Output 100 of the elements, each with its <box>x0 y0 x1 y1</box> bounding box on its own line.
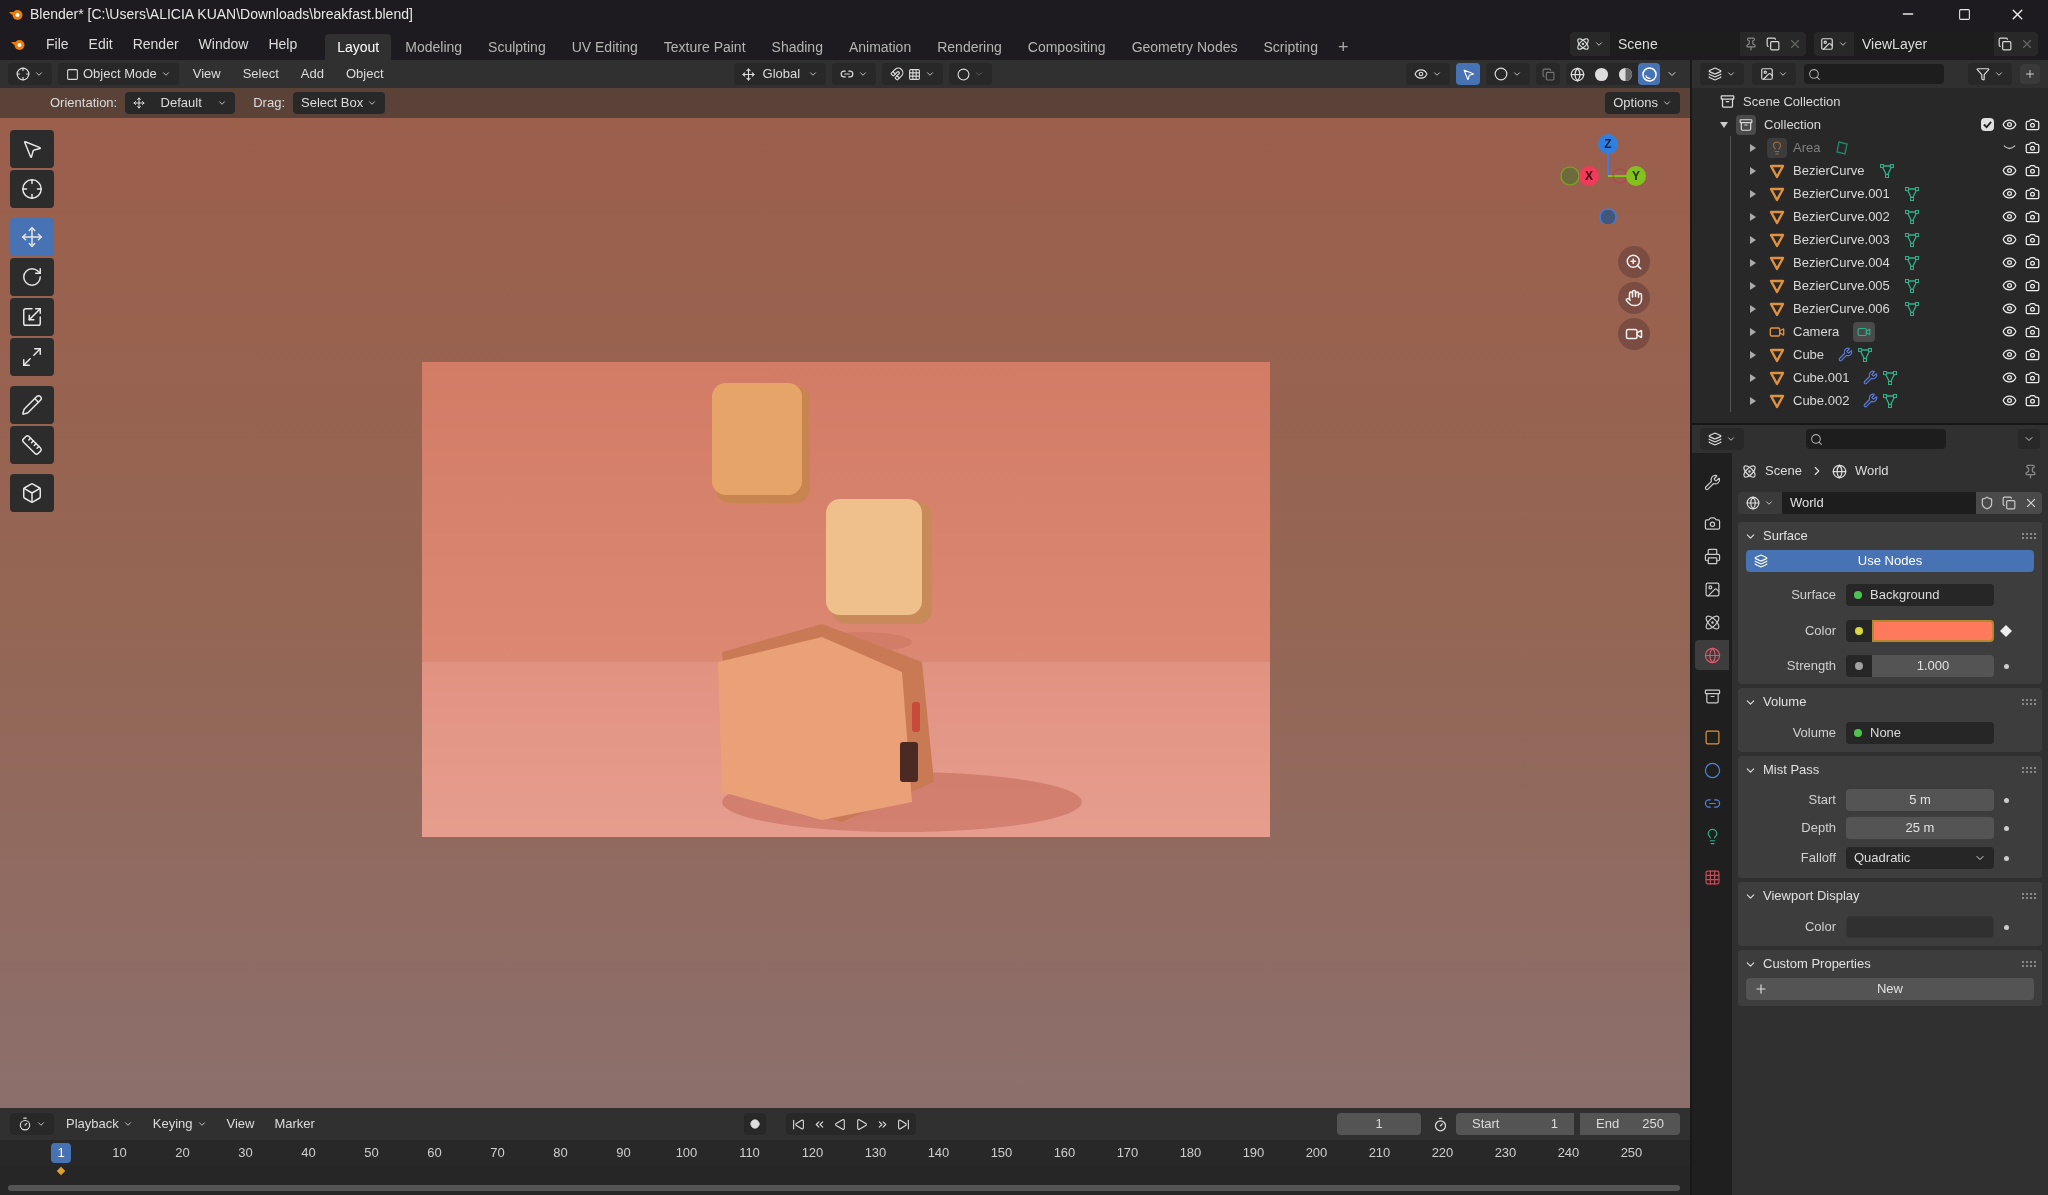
pivot-dropdown[interactable] <box>832 63 877 85</box>
menu-item[interactable]: Help <box>260 33 306 55</box>
frame-number[interactable]: 90 <box>616 1143 631 1163</box>
workspace-tab[interactable]: Scripting <box>1251 34 1330 60</box>
frame-number[interactable]: 80 <box>553 1143 568 1163</box>
camera-icon[interactable] <box>2025 186 2040 201</box>
eye-icon[interactable] <box>2002 255 2017 270</box>
menu-item[interactable]: View <box>218 1114 263 1134</box>
panel-title[interactable]: Volume <box>1763 692 1807 712</box>
workspace-tab[interactable]: Geometry Nodes <box>1119 34 1250 60</box>
eye-icon[interactable] <box>2002 117 2017 132</box>
panel-title[interactable]: Mist Pass <box>1763 760 1820 780</box>
frame-number[interactable]: 150 <box>990 1143 1013 1163</box>
frame-number[interactable]: 190 <box>1242 1143 1265 1163</box>
eye-icon[interactable] <box>2002 186 2017 201</box>
workspace-tab[interactable]: UV Editing <box>559 34 650 60</box>
camera-icon[interactable] <box>2025 324 2040 339</box>
shader-link-field[interactable]: None <box>1846 722 1994 744</box>
new-button[interactable]: New <box>1746 978 2034 1000</box>
breadcrumb-item[interactable]: Scene <box>1765 461 1802 481</box>
gizmo-toggle[interactable] <box>1456 63 1480 85</box>
workspace-tab[interactable]: Compositing <box>1015 34 1118 60</box>
expand-arrow-icon[interactable] <box>1749 143 1757 152</box>
tool-button[interactable] <box>10 170 54 208</box>
menu-item[interactable]: Select <box>234 64 287 84</box>
use-nodes-button[interactable]: Use Nodes <box>1746 550 2034 572</box>
camera-icon[interactable] <box>2025 255 2040 270</box>
expand-arrow-icon[interactable] <box>1749 396 1757 405</box>
camera-icon[interactable] <box>2025 117 2040 132</box>
frame-number[interactable]: 40 <box>301 1143 316 1163</box>
eye-icon[interactable] <box>2002 301 2017 316</box>
workspace-tab[interactable]: Sculpting <box>476 34 558 60</box>
tool-button[interactable] <box>10 386 54 424</box>
outliner-item[interactable]: BezierCurve.006 <box>1793 298 1890 319</box>
panel-title[interactable]: Viewport Display <box>1763 886 1860 906</box>
tool-button[interactable] <box>10 298 54 336</box>
stopwatch-icon[interactable] <box>1433 1116 1448 1132</box>
workspace-tab[interactable]: Shading <box>759 34 835 60</box>
camera-view-button[interactable] <box>1618 318 1650 350</box>
number-field[interactable]: 1.000 <box>1872 655 1994 677</box>
panel-title[interactable]: Surface <box>1763 526 1808 546</box>
outliner-item[interactable]: BezierCurve <box>1793 160 1865 181</box>
pan-button[interactable] <box>1618 282 1650 314</box>
workspace-tab[interactable]: Texture Paint <box>651 34 758 60</box>
outliner-item[interactable]: Cube.002 <box>1793 390 1850 411</box>
transform-orientation-dropdown[interactable]: Global <box>733 63 827 85</box>
add-workspace-button[interactable]: + <box>1331 34 1355 60</box>
frame-number[interactable]: 1 <box>51 1143 71 1163</box>
pin-icon[interactable] <box>1744 37 1758 51</box>
y-axis-label[interactable]: Y <box>1626 166 1646 186</box>
jump-end-icon[interactable] <box>896 1117 910 1131</box>
mode-dropdown[interactable]: Object Mode <box>58 63 179 85</box>
frame-number[interactable]: 140 <box>927 1143 950 1163</box>
frame-number[interactable]: 240 <box>1557 1143 1580 1163</box>
x-axis-label[interactable]: X <box>1579 166 1599 186</box>
menu-item[interactable]: Edit <box>80 33 121 55</box>
eye-icon[interactable] <box>2002 370 2017 385</box>
falloff-dropdown[interactable]: Quadratic <box>1846 847 1994 869</box>
frame-number[interactable]: 120 <box>801 1143 824 1163</box>
menu-item[interactable]: Render <box>124 33 187 55</box>
tool-button[interactable] <box>10 258 54 296</box>
play-reverse-icon[interactable] <box>833 1117 847 1131</box>
frame-number[interactable]: 110 <box>739 1143 760 1163</box>
outliner-item[interactable]: Cube <box>1793 344 1825 365</box>
frame-number[interactable]: 210 <box>1368 1143 1391 1163</box>
outliner-item[interactable]: Scene Collection <box>1743 91 1841 112</box>
breadcrumb-item[interactable]: World <box>1854 461 1889 481</box>
filter-dropdown[interactable] <box>1968 63 2012 85</box>
frame-number[interactable]: 170 <box>1116 1143 1139 1163</box>
visibility-dropdown[interactable] <box>1406 63 1450 85</box>
drag-handle-icon[interactable] <box>2022 767 2036 773</box>
drag-handle-icon[interactable] <box>2022 893 2036 899</box>
end-frame-field[interactable]: End 250 <box>1580 1113 1680 1135</box>
menu-item[interactable]: Keying <box>144 1114 215 1134</box>
expand-arrow-icon[interactable] <box>1749 281 1757 290</box>
eye-icon[interactable] <box>2002 232 2017 247</box>
expand-arrow-icon[interactable] <box>1749 304 1757 313</box>
outliner-item[interactable]: BezierCurve.001 <box>1793 183 1890 204</box>
menu-item[interactable]: File <box>38 33 77 55</box>
world-browse-dropdown[interactable] <box>1738 492 1782 514</box>
shader-link-field[interactable]: Background <box>1846 584 1994 606</box>
editor-type-dropdown[interactable] <box>10 1113 54 1135</box>
expand-arrow-icon[interactable] <box>1749 373 1757 382</box>
outliner-item[interactable]: BezierCurve.003 <box>1793 229 1890 250</box>
expand-arrow-icon[interactable] <box>1749 235 1757 244</box>
tool-button[interactable] <box>10 426 54 464</box>
workspace-tab[interactable]: Layout <box>325 34 392 60</box>
menu-item[interactable]: Object <box>337 64 392 84</box>
expand-arrow-icon[interactable] <box>1749 327 1757 336</box>
workspace-tab[interactable]: Modeling <box>393 34 475 60</box>
drag-handle-icon[interactable] <box>2022 533 2036 539</box>
jump-start-icon[interactable] <box>791 1117 805 1131</box>
number-field[interactable]: 5 m <box>1846 789 1994 811</box>
current-frame-field[interactable]: 1 <box>1337 1113 1421 1135</box>
outliner-item[interactable]: Collection <box>1764 114 1822 135</box>
new-collection-button[interactable] <box>2020 64 2040 84</box>
menu-item[interactable]: Marker <box>266 1114 323 1134</box>
search-field[interactable] <box>1806 429 1946 449</box>
frame-number[interactable]: 250 <box>1620 1143 1643 1163</box>
eye-icon[interactable] <box>2002 347 2017 362</box>
